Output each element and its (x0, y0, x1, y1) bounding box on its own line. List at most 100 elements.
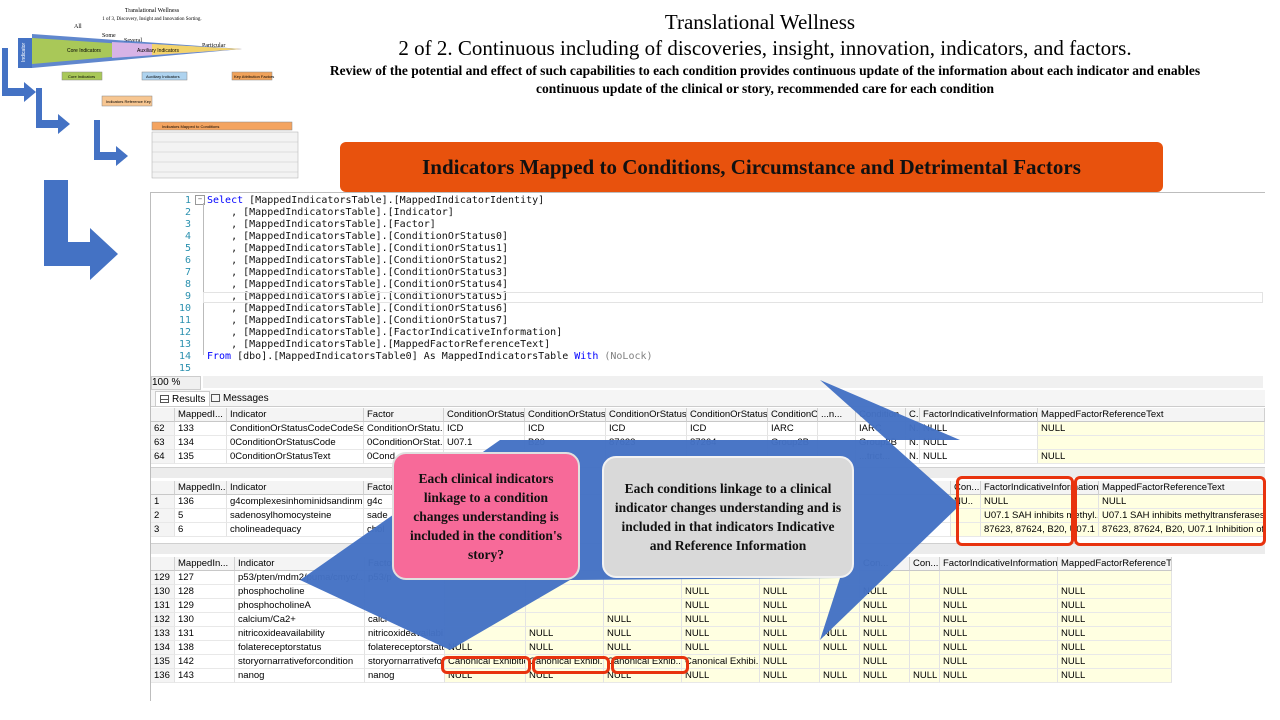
table-cell[interactable]: NULL (1038, 450, 1265, 464)
table-cell[interactable]: NULL (760, 585, 820, 599)
tab-results[interactable]: Results (155, 391, 211, 406)
column-header[interactable]: C... (906, 408, 920, 422)
table-cell[interactable]: NULL (760, 599, 820, 613)
table-cell[interactable]: storyornarrativeforcondition (235, 655, 365, 669)
table-cell[interactable]: 5 (175, 509, 227, 523)
table-cell[interactable] (445, 599, 526, 613)
table-cell[interactable]: NULL (860, 585, 910, 599)
table-cell[interactable]: NULL (760, 641, 820, 655)
zoom-level[interactable]: 100 % (151, 376, 201, 390)
code-line[interactable]: , [MappedIndicatorsTable].[ConditionOrSt… (207, 279, 508, 290)
row-number[interactable]: 133 (151, 627, 175, 641)
table-cell[interactable]: NULL (920, 450, 1038, 464)
table-cell[interactable]: p53/pten/mdm2/puma/cmyc/... (235, 571, 365, 585)
table-cell[interactable]: NULL (1038, 422, 1265, 436)
code-line[interactable]: , [MappedIndicatorsTable].[Indicator] (207, 207, 454, 218)
table-cell[interactable]: NULL (920, 436, 1038, 450)
table-cell[interactable] (910, 613, 940, 627)
table-cell[interactable]: 134 (175, 436, 227, 450)
table-cell[interactable]: NULL (760, 613, 820, 627)
table-cell[interactable]: calcium/Ca2+ (235, 613, 365, 627)
column-header[interactable]: MappedIn... (175, 557, 235, 571)
code-line[interactable]: , [MappedIndicatorsTable].[ConditionOrSt… (207, 243, 508, 254)
table-cell[interactable] (910, 599, 940, 613)
table-cell[interactable]: NULL (1058, 613, 1172, 627)
table-cell[interactable]: N. (906, 450, 920, 464)
table-cell[interactable]: 127 (175, 571, 235, 585)
row-number[interactable]: 63 (151, 436, 175, 450)
table-cell[interactable]: 133 (175, 422, 227, 436)
row-number[interactable]: 2 (151, 509, 175, 523)
table-cell[interactable]: 138 (175, 641, 235, 655)
table-cell[interactable]: 130 (175, 613, 235, 627)
table-cell[interactable] (818, 436, 856, 450)
table-cell[interactable]: U07.1 (444, 436, 525, 450)
table-cell[interactable]: storyornarrativefor... (365, 655, 445, 669)
table-cell[interactable]: NULL (604, 613, 682, 627)
table-cell[interactable] (365, 585, 445, 599)
table-cell[interactable]: NULL (760, 655, 820, 669)
table-cell[interactable]: Canonical Exhibi... (682, 655, 760, 669)
table-cell[interactable]: B20 (525, 436, 606, 450)
table-cell[interactable]: phosphocholineA (235, 599, 365, 613)
table-cell[interactable] (820, 585, 860, 599)
table-cell[interactable] (820, 613, 860, 627)
code-line[interactable]: , [MappedIndicatorsTable].[FactorIndicat… (207, 327, 562, 338)
row-number[interactable]: 3 (151, 523, 175, 537)
table-cell[interactable]: ICD (444, 422, 525, 436)
table-cell[interactable]: g4complexesinhominidsandinmicr... (227, 495, 364, 509)
table-cell[interactable]: IARC (768, 422, 818, 436)
table-cell[interactable] (604, 585, 682, 599)
table-cell[interactable]: cholineadequacy (227, 523, 364, 537)
table-cell[interactable]: NULL (760, 627, 820, 641)
table-cell[interactable]: NULL (820, 669, 860, 683)
table-cell[interactable]: NULL (445, 641, 526, 655)
table-cell[interactable]: NULL (820, 627, 860, 641)
table-cell[interactable]: NULL (940, 655, 1058, 669)
table-cell[interactable]: NULL (1058, 669, 1172, 683)
table-cell[interactable]: 128 (175, 585, 235, 599)
table-cell[interactable] (604, 599, 682, 613)
column-header[interactable]: ...n... (818, 408, 856, 422)
table-cell[interactable]: NULL (1058, 641, 1172, 655)
code-line[interactable]: , [MappedIndicatorsTable].[ConditionOrSt… (207, 267, 508, 278)
table-cell[interactable]: NULL (860, 641, 910, 655)
column-header[interactable]: MappedFactorReferenceText (1038, 408, 1265, 422)
table-cell[interactable]: nitricoxideavailability (235, 627, 365, 641)
code-line[interactable]: , [MappedIndicatorsTable].[ConditionOrSt… (207, 303, 508, 314)
column-header[interactable]: ConditionO... (768, 408, 818, 422)
code-line[interactable]: , [MappedIndicatorsTable].[ConditionOrSt… (207, 315, 508, 326)
column-header[interactable]: FactorIndicativeInformation (920, 408, 1038, 422)
column-header[interactable]: Con... (860, 557, 910, 571)
table-cell[interactable]: calci (365, 613, 445, 627)
table-cell[interactable]: NULL (526, 641, 604, 655)
column-header[interactable]: ConditionOrStatus0 (444, 408, 525, 422)
table-cell[interactable]: NULL (760, 669, 820, 683)
table-cell[interactable]: ICD (525, 422, 606, 436)
table-cell[interactable]: nanog (235, 669, 365, 683)
table-cell[interactable]: NULL (860, 613, 910, 627)
table-cell[interactable]: NULL (940, 613, 1058, 627)
table-cell[interactable]: 142 (175, 655, 235, 669)
table-cell[interactable]: NULL (682, 641, 760, 655)
table-cell[interactable]: NULL (604, 641, 682, 655)
column-header[interactable]: MappedFactorReferenceText (1058, 557, 1172, 571)
table-cell[interactable] (526, 613, 604, 627)
table-cell[interactable]: NULL (1058, 655, 1172, 669)
table-cell[interactable]: NULL (860, 655, 910, 669)
table-cell[interactable]: phosphocholine (235, 585, 365, 599)
row-number[interactable]: 1 (151, 495, 175, 509)
row-number[interactable]: 129 (151, 571, 175, 585)
table-cell[interactable]: 0ConditionOrStatusText (227, 450, 364, 464)
table-cell[interactable]: NULL (940, 669, 1058, 683)
table-cell[interactable]: 135 (175, 450, 227, 464)
row-number[interactable]: 130 (151, 585, 175, 599)
row-number[interactable]: 62 (151, 422, 175, 436)
table-cell[interactable]: N. (906, 422, 920, 436)
table-cell[interactable] (445, 627, 526, 641)
table-cell[interactable] (526, 585, 604, 599)
table-cell[interactable]: nitricoxideavailabi... (365, 627, 445, 641)
table-cell[interactable]: nanog (365, 669, 445, 683)
row-number[interactable]: 134 (151, 641, 175, 655)
column-header[interactable]: MappedI... (175, 408, 227, 422)
